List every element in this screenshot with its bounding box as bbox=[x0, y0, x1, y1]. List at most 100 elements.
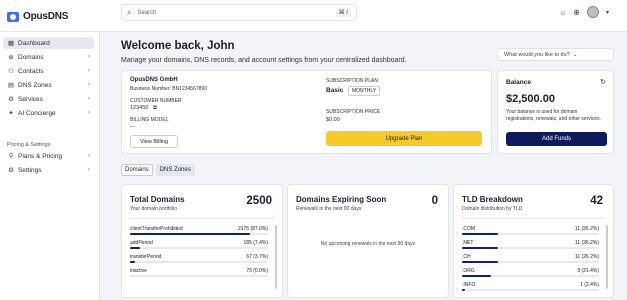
services-icon: ⚙ bbox=[8, 96, 14, 103]
card-subtitle: Renewals in the next 90 days bbox=[296, 206, 362, 212]
progress-fill bbox=[462, 261, 498, 263]
sidebar-item-label: Domains bbox=[18, 53, 44, 61]
chevron-right-icon: › bbox=[88, 110, 90, 116]
card-count: 2500 bbox=[246, 195, 272, 207]
progress-track bbox=[462, 275, 599, 277]
globe-icon[interactable]: ⊕ bbox=[573, 8, 580, 17]
row-label: inactive bbox=[130, 268, 147, 274]
sidebar-item-ai-concierge[interactable]: ✦ AI Concierge › bbox=[3, 107, 94, 119]
page-subtitle: Manage your domains, DNS records, and ac… bbox=[121, 57, 407, 64]
card-count: 42 bbox=[590, 195, 603, 207]
chevron-right-icon: › bbox=[88, 54, 90, 60]
list-item: .INFO 1 (2.4%) bbox=[462, 282, 599, 296]
chevron-right-icon: › bbox=[88, 153, 90, 159]
users-icon: ⚇ bbox=[8, 68, 14, 75]
sidebar-item-label: DNS Zones bbox=[18, 81, 52, 89]
sidebar-item-services[interactable]: ⚙ Services › bbox=[3, 93, 94, 105]
balance-amount: $2,500.00 bbox=[506, 93, 555, 105]
sidebar-section-label: Pricing & Settings bbox=[7, 142, 51, 148]
progress-fill bbox=[462, 247, 498, 249]
search-input[interactable]: ⌕ Search ⌘ / bbox=[121, 4, 357, 21]
card-title: Domains Expiring Soon bbox=[296, 195, 387, 204]
progress-track bbox=[130, 261, 268, 263]
row-label: .NET bbox=[462, 240, 474, 246]
tab-domains[interactable]: Domains bbox=[121, 164, 153, 176]
opusdns-logo-icon bbox=[7, 11, 19, 22]
copy-icon[interactable]: ⧉ bbox=[153, 105, 157, 112]
list-item: inactive 73 (0.0%) bbox=[130, 268, 268, 282]
grid-icon: ▦ bbox=[7, 40, 15, 47]
sidebar-item-label: Dashboard bbox=[18, 39, 50, 47]
list-item: .ORG 9 (21.4%) bbox=[462, 268, 599, 282]
search-placeholder: Search bbox=[137, 9, 157, 16]
list-item: clientTransferProhibited 2175 (87.0%) bbox=[130, 226, 268, 240]
balance-card: Balance ↻ $2,500.00 Your balance is used… bbox=[497, 70, 614, 154]
account-card: OpusDNS GmbH Business Number: BN12345678… bbox=[121, 70, 492, 154]
chevron-down-icon: ⌄ bbox=[572, 51, 578, 58]
tab-bar: Domains DNS Zones bbox=[121, 164, 195, 176]
list-item: .COM 11 (26.2%) bbox=[462, 226, 599, 240]
tab-dns-zones[interactable]: DNS Zones bbox=[155, 164, 195, 176]
gear-icon: ⚙ bbox=[8, 167, 14, 174]
sidebar-item-label: Settings bbox=[18, 166, 42, 174]
sun-icon[interactable]: ☼ bbox=[559, 8, 566, 17]
search-icon: ⌕ bbox=[127, 7, 132, 17]
sidebar-item-label: Services bbox=[18, 95, 43, 103]
quick-action-dropdown[interactable]: What would you like to do? ⌄ bbox=[497, 48, 614, 61]
app-name: OpusDNS bbox=[23, 11, 69, 22]
card-title: TLD Breakdown bbox=[462, 195, 523, 204]
company-name: OpusDNS GmbH bbox=[130, 77, 178, 83]
top-bar: OpusDNS ⌕ Search ⌘ / ☼ ⊕ ▾ bbox=[0, 0, 627, 32]
tld-breakdown-card: TLD Breakdown Domain distribution by TLD… bbox=[453, 184, 614, 298]
card-count: 0 bbox=[431, 195, 438, 207]
customer-number-label: CUSTOMER NUMBER bbox=[130, 98, 182, 104]
row-label: transferPeriod bbox=[130, 254, 162, 260]
sparkle-icon: ✦ bbox=[8, 110, 14, 117]
progress-fill bbox=[130, 261, 136, 263]
sidebar-item-label: AI Concierge bbox=[18, 109, 56, 117]
refresh-icon[interactable]: ↻ bbox=[600, 78, 606, 86]
plan-name: Basic bbox=[326, 87, 344, 94]
sidebar: ▦ Dashboard ⊕ Domains › ⚇ Contacts › ▤ D… bbox=[0, 32, 100, 300]
sidebar-item-plans-pricing[interactable]: ⚲ Plans & Pricing › bbox=[3, 150, 94, 162]
list-item: .NET 11 (26.2%) bbox=[462, 240, 599, 254]
sidebar-item-label: Contacts bbox=[18, 67, 44, 75]
scrollbar[interactable] bbox=[275, 225, 277, 289]
upgrade-plan-button[interactable]: Upgrade Plan bbox=[326, 131, 482, 146]
empty-message: No upcoming renewals in the next 90 days bbox=[320, 241, 416, 247]
row-label: clientTransferProhibited bbox=[130, 226, 183, 232]
progress-track bbox=[130, 275, 268, 277]
list-item: addPeriod 185 (7.4%) bbox=[130, 240, 268, 254]
row-value: 1 (2.4%) bbox=[580, 282, 599, 288]
progress-track bbox=[462, 233, 599, 235]
progress-fill bbox=[462, 233, 498, 235]
logo[interactable]: OpusDNS bbox=[7, 11, 68, 22]
sidebar-item-dashboard[interactable]: ▦ Dashboard bbox=[3, 37, 94, 49]
chevron-right-icon: › bbox=[88, 167, 90, 173]
view-billing-button[interactable]: View Billing bbox=[130, 135, 178, 148]
card-subtitle: Your domain portfolio bbox=[130, 206, 178, 212]
divider bbox=[462, 218, 605, 219]
top-actions: ☼ ⊕ ▾ bbox=[559, 6, 609, 18]
sidebar-item-settings[interactable]: ⚙ Settings › bbox=[3, 164, 94, 176]
row-label: .INFO bbox=[462, 282, 476, 288]
sidebar-item-contacts[interactable]: ⚇ Contacts › bbox=[3, 65, 94, 77]
row-value: 73 (0.0%) bbox=[246, 268, 268, 274]
tag-icon: ⚲ bbox=[8, 153, 14, 160]
sidebar-item-dns-zones[interactable]: ▤ DNS Zones › bbox=[3, 79, 94, 91]
add-funds-button[interactable]: Add Funds bbox=[506, 132, 607, 146]
page-title: Welcome back, John bbox=[121, 40, 235, 52]
sidebar-item-domains[interactable]: ⊕ Domains › bbox=[3, 51, 94, 63]
scrollbar[interactable] bbox=[606, 225, 608, 289]
billing-model-label: BILLING MODEL bbox=[130, 117, 169, 123]
billing-model: --- bbox=[130, 124, 136, 130]
avatar[interactable] bbox=[586, 6, 599, 18]
globe-icon: ⊕ bbox=[8, 54, 14, 61]
card-title: Total Domains bbox=[130, 195, 185, 204]
progress-track bbox=[130, 233, 268, 235]
server-icon: ▤ bbox=[7, 82, 15, 89]
list-item: transferPeriod 67 (3.7%) bbox=[130, 254, 268, 268]
chevron-down-icon[interactable]: ▾ bbox=[606, 9, 609, 16]
chevron-right-icon: › bbox=[88, 96, 90, 102]
list-item: .CH 11 (26.2%) bbox=[462, 254, 599, 268]
